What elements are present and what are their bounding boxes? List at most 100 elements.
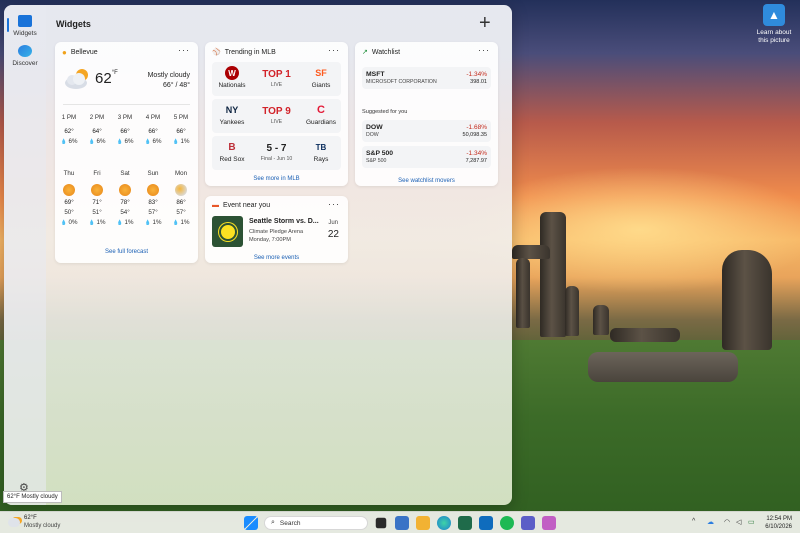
day-high: 71°: [92, 199, 102, 206]
day-low: 57°: [148, 209, 158, 216]
stock-row-sp500[interactable]: S&P 500 S&P 500 -1.34% 7,287.97: [362, 146, 491, 168]
stock-symbol: MSFT: [366, 71, 385, 78]
game-row-yankees-guardians[interactable]: NY Yankees TOP 9 LIVE C Guardians: [212, 99, 341, 133]
stock-price: 398.01: [470, 79, 487, 85]
hour-temp: 66°: [148, 128, 158, 135]
raindrop-icon: 💧: [172, 139, 179, 145]
partly-cloudy-icon: [8, 518, 20, 527]
outlook-icon[interactable]: [479, 516, 493, 530]
start-windows-icon[interactable]: [244, 516, 258, 530]
day-high: 83°: [148, 199, 158, 206]
home-team: SF Giants: [301, 66, 341, 89]
app-icon[interactable]: [542, 516, 556, 530]
game-row-nationals-giants[interactable]: W Nationals TOP 1 LIVE SF Giants: [212, 62, 341, 96]
onedrive-icon[interactable]: ☁: [707, 518, 714, 526]
clock-time: 12:54 PM: [766, 516, 792, 522]
raindrop-icon: 💧: [144, 139, 151, 145]
taskbar-weather-condition: Mostly cloudy: [24, 522, 61, 529]
rail-discover-label: Discover: [12, 60, 38, 67]
hour-temp: 66°: [176, 128, 186, 135]
hour-precip: 💧 1%: [172, 138, 190, 145]
yankees-logo-icon: NY: [225, 105, 239, 115]
weather-condition: Mostly cloudy: [147, 72, 190, 79]
event-time: Monday, 7:00PM: [249, 237, 291, 243]
watchlist-more-button[interactable]: ···: [478, 45, 490, 55]
away-team: NY Yankees: [212, 103, 252, 126]
panel-title: Widgets: [56, 19, 91, 29]
day-low: 57°: [176, 209, 186, 216]
copilot-icon[interactable]: [395, 516, 409, 530]
rail-item-discover[interactable]: Discover: [4, 45, 46, 67]
mlb-more-button[interactable]: ···: [328, 45, 340, 55]
sunny-icon: [147, 184, 159, 196]
edge-browser-icon[interactable]: [437, 516, 451, 530]
weather-sun-icon: ●: [62, 48, 67, 57]
see-full-forecast-link[interactable]: See full forecast: [55, 249, 198, 255]
raindrop-icon: 💧: [60, 139, 67, 145]
raindrop-icon: 💧: [88, 139, 95, 145]
volume-icon[interactable]: ◁: [736, 518, 741, 526]
ticket-icon: ▬: [212, 202, 219, 209]
battery-icon[interactable]: ▭: [748, 518, 755, 526]
rail-item-widgets[interactable]: Widgets: [4, 15, 46, 37]
guardians-logo-icon: C: [317, 104, 325, 116]
stock-change: -1.34%: [466, 150, 487, 157]
event-card[interactable]: ▬ Event near you ··· Seattle Storm vs. D…: [205, 196, 348, 263]
stock-price: 50,098.35: [462, 132, 487, 138]
teams-icon[interactable]: [521, 516, 535, 530]
away-team: W Nationals: [212, 66, 252, 89]
day-precip: 💧 1%: [172, 219, 190, 226]
taskbar-weather-button[interactable]: 62°F Mostly cloudy: [8, 515, 60, 530]
sunny-icon: [91, 184, 103, 196]
day-high: 86°: [176, 199, 186, 206]
clock-date: 6/10/2026: [765, 524, 792, 530]
event-month: Jun: [328, 220, 338, 226]
add-widget-button[interactable]: +: [479, 13, 491, 33]
hour-temp: 62°: [64, 128, 74, 135]
game-status: 5 - 7 Final - Jun 10: [252, 143, 301, 162]
see-watchlist-movers-link[interactable]: See watchlist movers: [355, 178, 498, 184]
away-team-name: Yankees: [219, 119, 245, 126]
event-more-button[interactable]: ···: [328, 199, 340, 209]
giants-logo-icon: SF: [315, 68, 327, 78]
event-day: 22: [327, 229, 339, 240]
mlb-card[interactable]: ⚾ Trending in MLB ··· W Nationals TOP 1 …: [205, 42, 348, 186]
suggested-label: Suggested for you: [362, 109, 408, 115]
day-low: 54°: [120, 209, 130, 216]
game-live-label: LIVE: [270, 82, 283, 88]
event-name: Seattle Storm vs. D...: [249, 218, 319, 225]
raindrop-icon: 💧: [144, 220, 151, 226]
home-team-name: Guardians: [306, 119, 336, 126]
chevron-up-icon[interactable]: ^: [692, 518, 695, 525]
stock-row-msft[interactable]: MSFT MICROSOFT CORPORATION -1.34% 398.01: [362, 67, 491, 89]
watchlist-card-header: ↗ Watchlist: [362, 48, 400, 57]
taskbar-clock[interactable]: 12:54 PM 6/10/2026: [765, 515, 792, 531]
stock-name: S&P 500: [366, 158, 387, 164]
see-more-events-link[interactable]: See more events: [205, 255, 348, 261]
hour-precip: 💧 6%: [116, 138, 134, 145]
day-low: 50°: [64, 209, 74, 216]
wifi-icon[interactable]: ◠: [724, 518, 730, 526]
stock-row-dow[interactable]: DOW DOW -1.68% 50,098.35: [362, 120, 491, 142]
weather-card[interactable]: ● Bellevue ··· 62°F Mostly cloudy 66° / …: [55, 42, 198, 263]
sunny-icon: [63, 184, 75, 196]
taskbar: 62°F Mostly cloudy ⌕ Search ^ ☁ ◠ ◁ ▭ 12…: [0, 511, 800, 533]
hour-label: 2 PM: [89, 114, 105, 121]
mlb-card-header: ⚾ Trending in MLB: [212, 48, 276, 57]
task-view-icon[interactable]: [375, 517, 387, 529]
taskbar-search-box[interactable]: ⌕ Search: [264, 516, 368, 530]
raindrop-icon: 💧: [172, 220, 179, 226]
game-row-redsox-rays[interactable]: B Red Sox 5 - 7 Final - Jun 10 TB Rays: [212, 136, 341, 170]
spotify-icon[interactable]: [500, 516, 514, 530]
game-live-label: LIVE: [270, 119, 283, 125]
hour-temp: 64°: [92, 128, 102, 135]
stock-price: 7,287.97: [465, 158, 487, 164]
watchlist-card[interactable]: ↗ Watchlist ··· MSFT MICROSOFT CORPORATI…: [355, 42, 498, 186]
store-icon[interactable]: [458, 516, 472, 530]
file-explorer-icon[interactable]: [416, 516, 430, 530]
learn-about-picture-shortcut[interactable]: ▲ Learn about this picture: [752, 4, 796, 45]
see-more-mlb-link[interactable]: See more in MLB: [205, 176, 348, 182]
weather-location: Bellevue: [70, 49, 98, 56]
away-team: B Red Sox: [212, 140, 252, 164]
weather-more-button[interactable]: ···: [178, 45, 190, 55]
